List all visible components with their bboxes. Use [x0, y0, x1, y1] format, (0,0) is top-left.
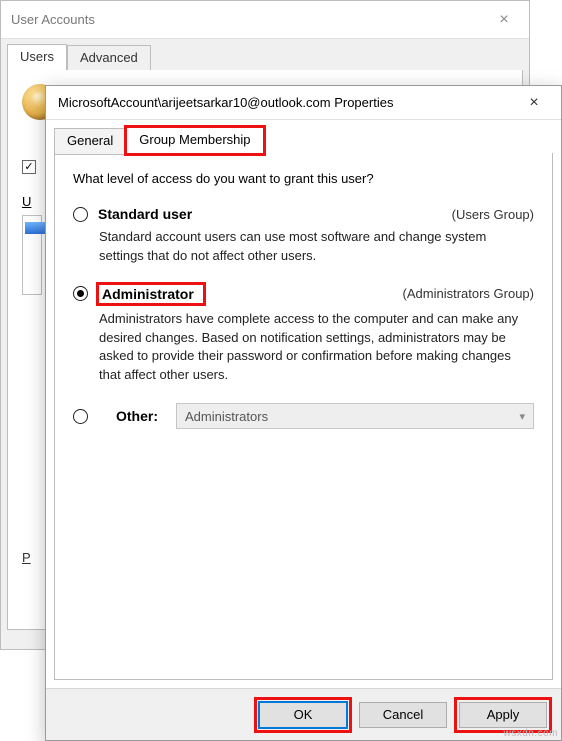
option-standard-label: Standard user [98, 206, 192, 222]
chevron-down-icon: ▾ [519, 410, 525, 423]
radio-standard-user[interactable] [73, 207, 88, 222]
password-section-label: P [22, 550, 31, 565]
users-list [22, 215, 42, 295]
cancel-button[interactable]: Cancel [359, 702, 447, 728]
properties-footer: OK Cancel Apply [46, 688, 561, 740]
tab-users[interactable]: Users [7, 44, 67, 71]
ok-button[interactable]: OK [259, 702, 347, 728]
user-accounts-title: User Accounts [11, 12, 489, 27]
option-standard-desc: Standard account users can use most soft… [99, 228, 519, 266]
checkbox-icon[interactable]: ✓ [22, 160, 36, 174]
option-admin-label: Administrator [102, 286, 194, 302]
option-other: Other: Administrators ▾ [73, 403, 534, 429]
close-icon[interactable]: × [517, 94, 551, 112]
option-admin-label-highlight: Administrator [98, 284, 204, 304]
other-combo-value: Administrators [185, 409, 268, 424]
user-accounts-titlebar: User Accounts × [1, 1, 529, 39]
other-group-combobox[interactable]: Administrators ▾ [176, 403, 534, 429]
properties-body: What level of access do you want to gran… [54, 153, 553, 680]
apply-button[interactable]: Apply [459, 702, 547, 728]
apply-button-highlight: Apply [459, 702, 547, 728]
radio-administrator[interactable] [73, 286, 88, 301]
properties-tabstrip: General Group Membership [46, 120, 561, 153]
ok-button-highlight: OK [259, 702, 347, 728]
close-icon[interactable]: × [489, 11, 519, 29]
tab-group-membership[interactable]: Group Membership [126, 127, 263, 154]
radio-other[interactable] [73, 409, 88, 424]
user-accounts-tabstrip: Users Advanced [1, 39, 529, 70]
option-standard-header: Standard user (Users Group) [73, 206, 534, 222]
properties-title: MicrosoftAccount\arijeetsarkar10@outlook… [58, 95, 517, 110]
password-label-letter: P [22, 550, 31, 565]
option-other-label: Other: [116, 408, 158, 424]
option-standard-user: Standard user (Users Group) Standard acc… [73, 206, 534, 266]
user-row-icon [25, 222, 45, 234]
option-standard-group: (Users Group) [452, 207, 534, 222]
option-administrator: Administrator (Administrators Group) Adm… [73, 284, 534, 385]
watermark: wsxdn.com [503, 728, 558, 739]
option-admin-desc: Administrators have complete access to t… [99, 310, 519, 385]
option-admin-group: (Administrators Group) [403, 286, 534, 301]
tab-general[interactable]: General [54, 128, 126, 155]
users-label-letter: U [22, 194, 31, 209]
properties-dialog: MicrosoftAccount\arijeetsarkar10@outlook… [45, 85, 562, 741]
properties-titlebar: MicrosoftAccount\arijeetsarkar10@outlook… [46, 86, 561, 120]
tab-advanced[interactable]: Advanced [67, 45, 151, 72]
access-prompt: What level of access do you want to gran… [73, 171, 534, 186]
option-admin-header: Administrator (Administrators Group) [73, 284, 534, 304]
